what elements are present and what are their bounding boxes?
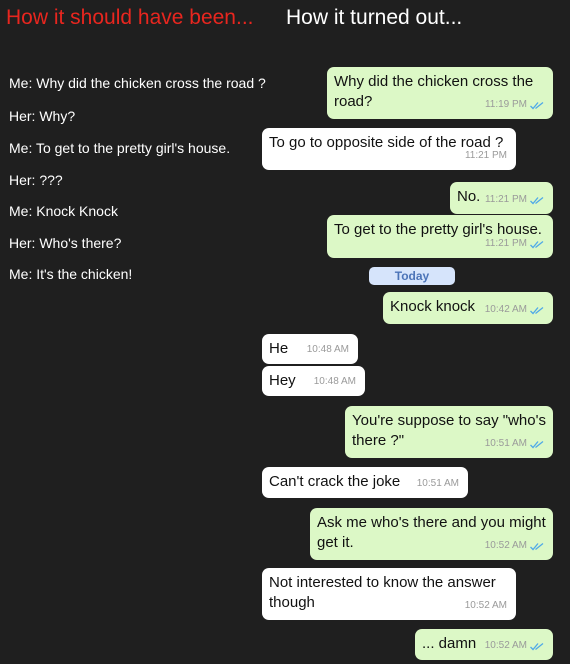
message-time: 11:21 PM [484,194,527,205]
message-text: Can't crack the joke [269,473,401,490]
message-bubble-incoming: Hey 10:48 AM [262,366,365,396]
double-check-icon [530,440,544,448]
message-time: 10:52 AM [484,540,527,551]
message-bubble-incoming: To go to opposite side of the road ? 11:… [262,128,516,170]
message-time: 10:42 AM [484,304,527,315]
message-time: 11:21 PM [464,150,507,161]
script-line: Her: ??? [9,172,63,188]
script-line: Her: Why? [9,108,76,124]
message-text: He [269,340,289,357]
message-text: ... damn [422,635,477,652]
double-check-icon [530,542,544,550]
script-line: Me: Knock Knock [9,203,118,219]
message-text: Hey [269,372,296,389]
message-bubble-incoming: Not interested to know the answer though… [262,568,516,620]
message-bubble-outgoing: You're suppose to say "who's there ?" 10… [345,406,553,458]
double-check-icon [530,196,544,204]
message-time: 10:52 AM [484,640,527,651]
message-bubble-incoming: Can't crack the joke 10:51 AM [262,467,468,498]
script-line: Me: Why did the chicken cross the road ? [9,75,266,91]
message-text: Not interested to know the answer though [269,574,496,611]
script-line: Me: To get to the pretty girl's house. [9,140,231,156]
title-should-have-been: How it should have been... [6,6,254,29]
message-time: 10:51 AM [416,478,459,489]
message-time: 10:52 AM [464,600,507,611]
message-text: No. [457,188,481,205]
message-time: 10:48 AM [313,376,356,387]
message-time: 11:19 PM [484,99,527,110]
double-check-icon [530,642,544,650]
message-time: 11:21 PM [484,238,527,249]
message-bubble-outgoing: To get to the pretty girl's house. 11:21… [327,215,553,258]
message-time: 10:51 AM [484,438,527,449]
double-check-icon [530,101,544,109]
title-turned-out: How it turned out... [286,6,463,29]
message-bubble-outgoing: No. 11:21 PM [450,182,553,214]
script-line: Her: Who's there? [9,235,122,251]
day-divider: Today [369,267,455,285]
message-bubble-outgoing: Knock knock 10:42 AM [383,292,553,324]
message-bubble-outgoing: Ask me who's there and you might get it.… [310,508,553,560]
message-bubble-outgoing: ... damn 10:52 AM [415,629,553,660]
double-check-icon [530,306,544,314]
script-line: Me: It's the chicken! [9,266,133,282]
message-bubble-incoming: He 10:48 AM [262,334,358,364]
message-time: 10:48 AM [306,344,349,355]
message-text: Knock knock [390,298,476,315]
double-check-icon [530,240,544,248]
message-bubble-outgoing: Why did the chicken cross the road? 11:1… [327,67,553,119]
